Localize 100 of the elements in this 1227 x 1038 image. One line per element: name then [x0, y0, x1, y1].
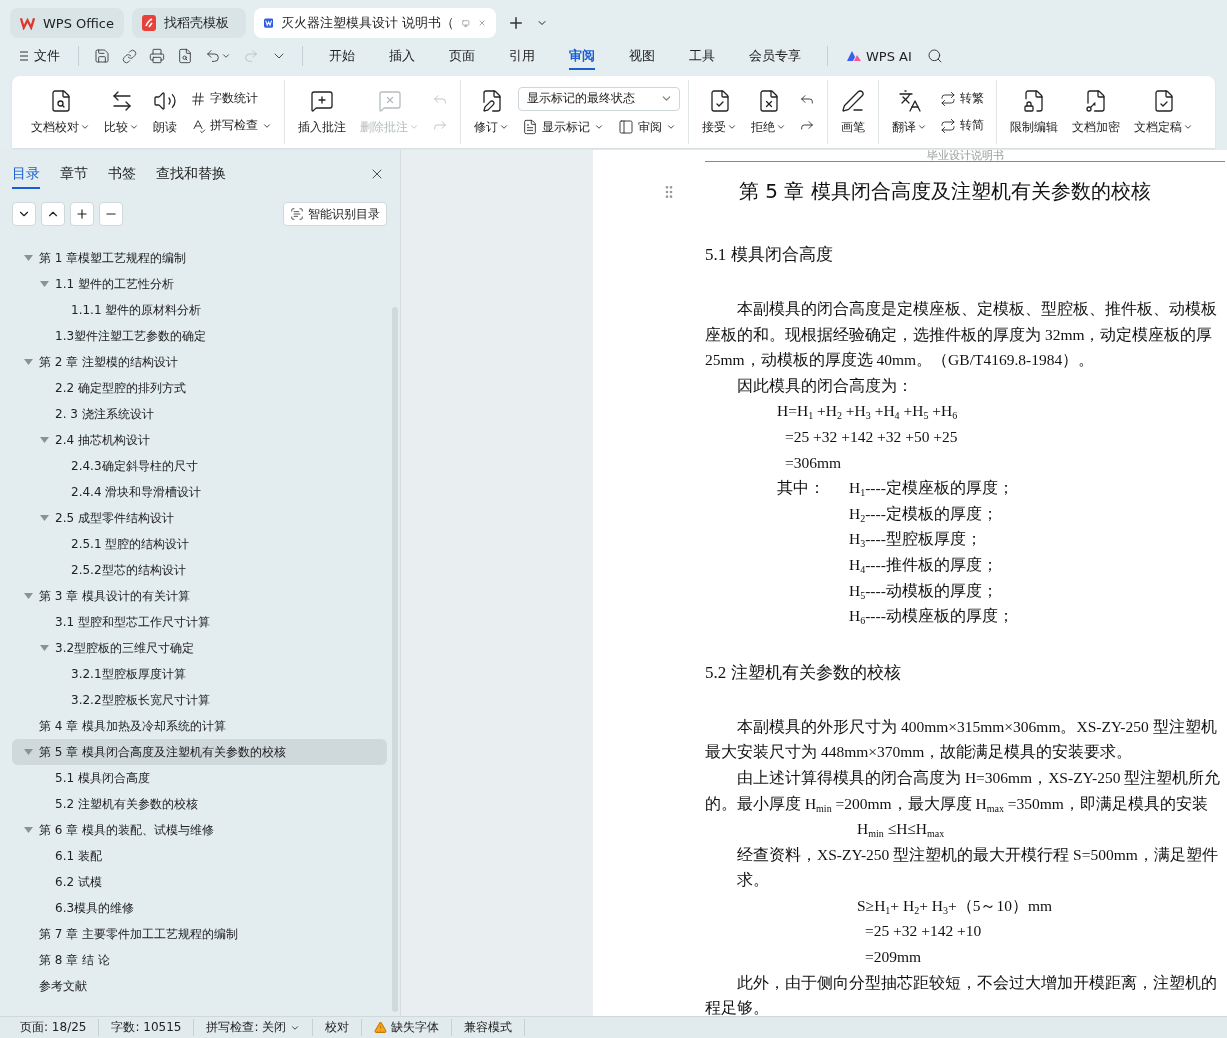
- ribbon-button[interactable]: 字数统计: [186, 88, 276, 109]
- caret-icon: [594, 122, 604, 132]
- outline-item[interactable]: 3.2.1型腔板厚度计算: [12, 661, 387, 687]
- logo-icon: [20, 16, 35, 30]
- ribbon-button[interactable]: 文档校对: [26, 84, 95, 140]
- outline-item[interactable]: 第 1 章模塑工艺规程的编制: [12, 245, 387, 271]
- collapse-button[interactable]: [41, 202, 65, 226]
- ribbon-button[interactable]: 文档定稿: [1129, 84, 1198, 140]
- outline-item[interactable]: 3.2.2型腔板长宽尺寸计算: [12, 687, 387, 713]
- body-text: 25mm，动模板的厚度选 40mm。（GB/T4169.8-1984）。: [705, 351, 1095, 369]
- body-text: H$_{3}$----型腔板厚度；: [849, 530, 982, 548]
- outline-item[interactable]: 2.4.3确定斜导柱的尺寸: [12, 453, 387, 479]
- outline-item[interactable]: 1.3塑件注塑工艺参数的确定: [12, 323, 387, 349]
- status-button[interactable]: 拼写检查: 关闭: [194, 1019, 314, 1036]
- body-text: 此外，由于侧向分型抽芯距较短，不会过大增加开模距离，注塑机的: [737, 973, 1217, 991]
- expanded-triangle-icon[interactable]: [40, 280, 49, 288]
- ribbon-tab[interactable]: 页面: [449, 42, 475, 70]
- ribbon-button[interactable]: 转简: [936, 115, 988, 136]
- ribbon-button[interactable]: 显示标记: [518, 116, 608, 138]
- outline-item[interactable]: 2.4 抽芯机构设计: [12, 427, 387, 453]
- ribbon-tab[interactable]: 会员专享: [749, 42, 801, 70]
- outline-item[interactable]: 5.2 注塑机有关参数的校核: [12, 791, 387, 817]
- ribbon-button[interactable]: 插入批注: [293, 84, 351, 140]
- outline-item[interactable]: 2.4.4 滑块和导滑槽设计: [12, 479, 387, 505]
- window-tab[interactable]: WPS Office: [10, 8, 124, 38]
- sidebar-tab[interactable]: 书签: [108, 159, 136, 189]
- outline-item[interactable]: 5.1 模具闭合高度: [12, 765, 387, 791]
- outline-item[interactable]: 2.5.2型芯的结构设计: [12, 557, 387, 583]
- outline-item[interactable]: 1.1.1 塑件的原材料分析: [12, 297, 387, 323]
- outline-item[interactable]: 第 5 章 模具闭合高度及注塑机有关参数的校核: [12, 739, 387, 765]
- outline-item[interactable]: 第 2 章 注塑模的结构设计: [12, 349, 387, 375]
- body-text: 本副模具的外形尺寸为 400mm×315mm×306mm。XS-ZY-250 型注塑机: [737, 717, 1217, 735]
- ribbon-tab[interactable]: 插入: [389, 42, 415, 70]
- expand-button[interactable]: [12, 202, 36, 226]
- body-text: 的。最小厚度 H$_{min}$ =200mm，最大厚度 H$_{max}$ =350mm，即满足模具的安装: [705, 794, 1208, 812]
- ribbon-tab[interactable]: 引用: [509, 42, 535, 70]
- outline-item[interactable]: 2.2 确定型腔的排列方式: [12, 375, 387, 401]
- outline-item[interactable]: 2. 3 浇注系统设计: [12, 401, 387, 427]
- outline-item[interactable]: 第 4 章 模具加热及冷却系统的计算: [12, 713, 387, 739]
- ribbon-tab[interactable]: 视图: [629, 42, 655, 70]
- expanded-triangle-icon[interactable]: [40, 436, 49, 444]
- expanded-triangle-icon[interactable]: [40, 514, 49, 522]
- ribbon-button[interactable]: 修订: [469, 84, 514, 140]
- window-tab[interactable]: 灭火器注塑模具设计 说明书（: [254, 8, 496, 38]
- window-tab[interactable]: 找稻壳模板: [132, 8, 246, 38]
- smart-outline-button[interactable]: 智能识别目录: [283, 202, 387, 226]
- status-button[interactable]: 缺失字体: [362, 1019, 453, 1036]
- outline-item[interactable]: 2.5.1 型腔的结构设计: [12, 531, 387, 557]
- body-text: H$_{4}$----推件板的厚度；: [849, 555, 998, 573]
- caret-icon: [499, 122, 509, 132]
- status-text: 兼容模式: [452, 1019, 526, 1036]
- expanded-triangle-icon[interactable]: [24, 358, 33, 366]
- outline-item[interactable]: 第 7 章 主要零件加工工艺规程的编制: [12, 921, 387, 947]
- ribbon-tab[interactable]: 工具: [689, 42, 715, 70]
- ai-button[interactable]: WPS AI: [840, 44, 918, 68]
- ribbon-tab[interactable]: 审阅: [569, 42, 595, 70]
- document-lock-icon: [1022, 88, 1046, 113]
- expanded-triangle-icon[interactable]: [24, 592, 33, 600]
- ribbon-tab[interactable]: 开始: [329, 42, 355, 70]
- body-text: =25 +32 +142 +32 +50 +25: [785, 427, 958, 445]
- body-text: 座板的和。现根据经验确定，选推件板的厚度为 32mm，动定模座板的厚: [705, 325, 1213, 343]
- ribbon-button[interactable]: 比较: [99, 84, 144, 140]
- outline-item[interactable]: 2.5 成型零件结构设计: [12, 505, 387, 531]
- add-button[interactable]: [70, 202, 94, 226]
- ribbon-button[interactable]: 转繁: [936, 88, 988, 109]
- expanded-triangle-icon[interactable]: [24, 254, 33, 262]
- ribbon-button[interactable]: 文档加密: [1067, 84, 1125, 140]
- ribbon-button[interactable]: 审阅: [614, 116, 680, 138]
- ribbon-button[interactable]: 接受: [697, 84, 742, 140]
- body-text: 求。: [737, 871, 769, 889]
- plus-icon: [507, 14, 525, 32]
- remove-button[interactable]: [99, 202, 123, 226]
- search-icon: [926, 48, 943, 64]
- outline-item[interactable]: 1.1 塑件的工艺性分析: [12, 271, 387, 297]
- outline-item[interactable]: 第 6 章 模具的装配、试模与维修: [12, 817, 387, 843]
- expanded-triangle-icon[interactable]: [24, 748, 33, 756]
- outline-item[interactable]: 6.3模具的维修: [12, 895, 387, 921]
- scan-icon: [290, 207, 304, 221]
- ribbon-button[interactable]: 画笔: [836, 84, 870, 140]
- save-icon: [94, 48, 110, 64]
- ribbon-button[interactable]: 拒绝: [746, 84, 791, 140]
- outline-item[interactable]: 第 8 章 结 论: [12, 947, 387, 973]
- status-text: 校对: [313, 1019, 363, 1036]
- markup-select[interactable]: 显示标记的最终状态: [518, 86, 680, 111]
- sidebar-tab[interactable]: 查找和替换: [156, 159, 226, 189]
- ribbon-button[interactable]: 朗读: [148, 84, 182, 140]
- ribbon-button[interactable]: 限制编辑: [1005, 84, 1063, 140]
- outline-item[interactable]: 3.2型腔板的三维尺寸确定: [12, 635, 387, 661]
- sidebar-tab[interactable]: 目录: [12, 159, 40, 189]
- outline-item[interactable]: 6.2 试模: [12, 869, 387, 895]
- outline-item[interactable]: 参考文献: [12, 973, 387, 999]
- sidebar-tab[interactable]: 章节: [60, 159, 88, 189]
- ribbon-button[interactable]: 拼写检查: [186, 115, 276, 136]
- ribbon-button[interactable]: 翻译: [887, 84, 932, 140]
- expanded-triangle-icon[interactable]: [24, 826, 33, 834]
- outline-item[interactable]: 6.1 装配: [12, 843, 387, 869]
- outline-item[interactable]: 3.1 型腔和型芯工作尺寸计算: [12, 609, 387, 635]
- expanded-triangle-icon[interactable]: [40, 644, 49, 652]
- file-menu[interactable]: 文件: [14, 43, 66, 69]
- outline-item[interactable]: 第 3 章 模具设计的有关计算: [12, 583, 387, 609]
